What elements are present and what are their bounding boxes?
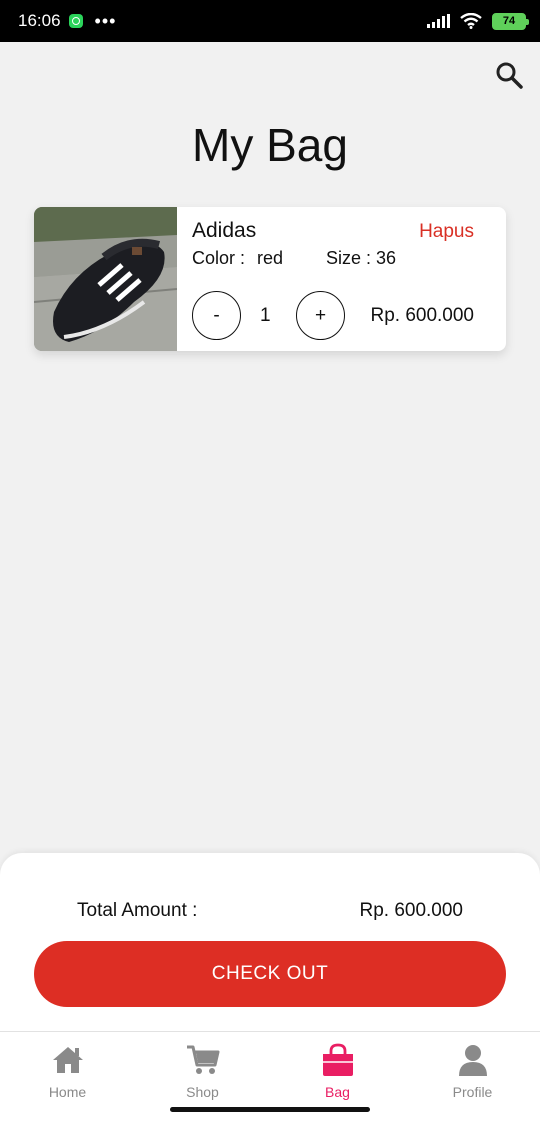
nav-label-home: Home xyxy=(48,1084,87,1100)
size-label: Size : 36 xyxy=(326,248,397,268)
decrease-quantity-button[interactable]: - xyxy=(192,291,241,340)
nav-item-profile[interactable]: Profile xyxy=(405,1032,540,1122)
checkout-panel: Total Amount : Rp. 600.000 CHECK OUT Hom… xyxy=(0,853,540,1122)
bag-icon xyxy=(322,1043,353,1076)
search-icon[interactable] xyxy=(494,60,524,90)
color-label: Color : xyxy=(192,248,246,268)
total-amount-value: Rp. 600.000 xyxy=(359,900,463,921)
page-title: My Bag xyxy=(192,119,348,171)
nav-label-bag: Bag xyxy=(325,1084,350,1100)
quantity-value: 1 xyxy=(260,305,271,326)
cart-item-card: Adidas Hapus Color : red Size : 36 - 1 +… xyxy=(34,207,506,351)
color-value: red xyxy=(257,248,284,268)
status-right: 74 xyxy=(427,12,529,30)
status-time: 16:06 xyxy=(18,11,61,30)
home-indicator[interactable] xyxy=(170,1107,370,1112)
whatsapp-icon xyxy=(68,14,83,28)
product-name: Adidas xyxy=(192,219,257,242)
battery-icon: 74 xyxy=(492,12,529,30)
battery-level: 74 xyxy=(502,15,516,27)
item-price: Rp. 600.000 xyxy=(370,305,474,326)
status-bar: 16:06 ••• 74 xyxy=(0,0,540,42)
delete-item-button[interactable]: Hapus xyxy=(419,221,474,243)
user-icon xyxy=(458,1045,487,1076)
more-notifications-icon: ••• xyxy=(94,10,117,31)
status-left: 16:06 ••• xyxy=(18,11,116,32)
home-icon xyxy=(52,1047,83,1073)
increase-quantity-button[interactable]: + xyxy=(296,291,345,340)
nav-label-shop: Shop xyxy=(186,1084,219,1100)
signal-icon xyxy=(427,14,450,28)
wifi-icon xyxy=(460,13,482,29)
total-amount-label: Total Amount : xyxy=(77,900,198,921)
cart-icon xyxy=(186,1045,219,1074)
nav-label-profile: Profile xyxy=(452,1084,493,1100)
product-image xyxy=(34,207,177,351)
nav-item-home[interactable]: Home xyxy=(0,1032,135,1122)
checkout-button[interactable]: CHECK OUT xyxy=(34,941,506,1007)
